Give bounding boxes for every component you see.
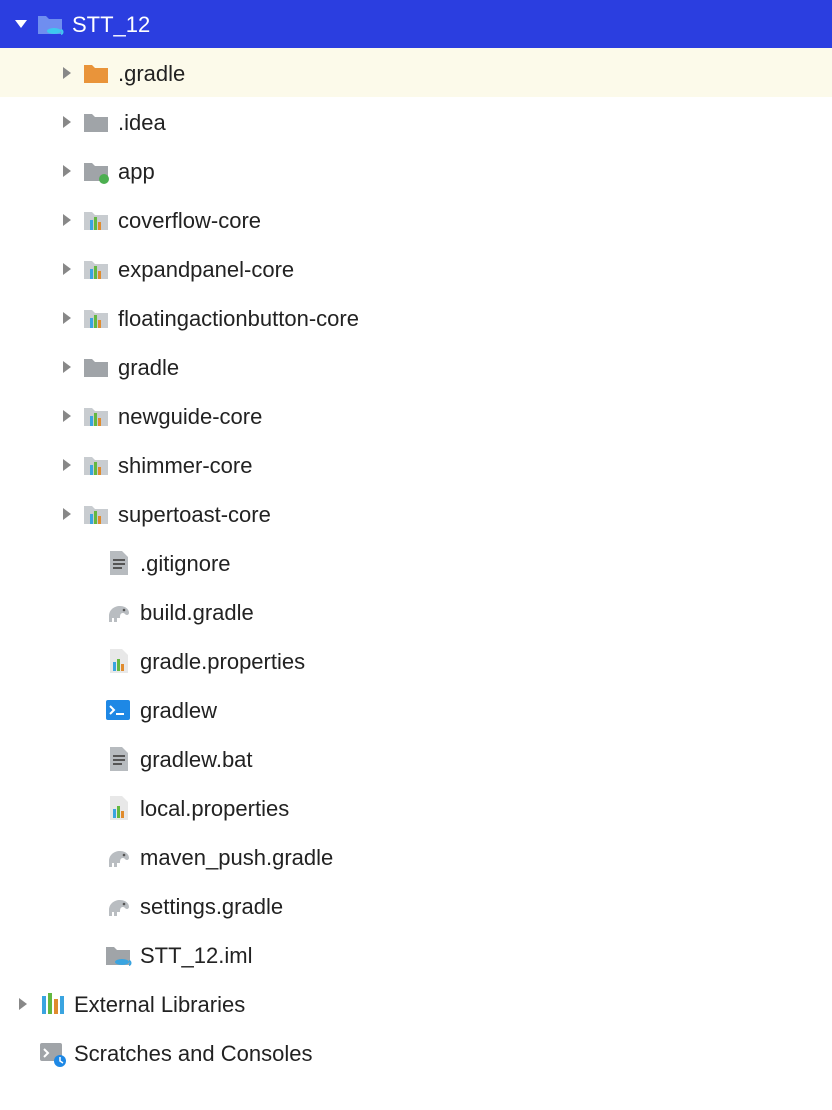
expand-arrow-right-icon[interactable] xyxy=(58,260,76,278)
tree-item-label: gradle xyxy=(118,342,179,392)
tree-item-label: gradle.properties xyxy=(140,636,305,686)
iml-icon xyxy=(104,941,132,969)
expand-arrow-right-icon[interactable] xyxy=(58,358,76,376)
tree-item[interactable]: gradlew.bat xyxy=(0,734,832,783)
module-icon xyxy=(82,451,110,479)
tree-item[interactable]: build.gradle xyxy=(0,587,832,636)
module-icon xyxy=(82,500,110,528)
tree-item[interactable]: maven_push.gradle xyxy=(0,832,832,881)
tree-item[interactable]: .gitignore xyxy=(0,538,832,587)
tree-item-label: gradlew.bat xyxy=(140,734,253,784)
folder-orange-icon xyxy=(82,59,110,87)
expand-arrow-right-icon[interactable] xyxy=(58,211,76,229)
expand-arrow-right-icon[interactable] xyxy=(58,113,76,131)
terminal-icon xyxy=(104,696,132,724)
expand-arrow-right-icon[interactable] xyxy=(58,309,76,327)
tree-item-label: shimmer-core xyxy=(118,440,252,490)
tree-item-label: floatingactionbutton-core xyxy=(118,293,359,343)
tree-item-label: maven_push.gradle xyxy=(140,832,333,882)
tree-item-label: .gitignore xyxy=(140,538,231,588)
tree-item[interactable]: .gradle xyxy=(0,48,832,97)
tree-item[interactable]: STT_12.iml xyxy=(0,930,832,979)
tree-item[interactable]: .idea xyxy=(0,97,832,146)
elephant-icon xyxy=(104,598,132,626)
expand-arrow-right-icon[interactable] xyxy=(14,995,32,1013)
tree-item-label: STT_12.iml xyxy=(140,930,252,980)
props-icon xyxy=(104,647,132,675)
tree-item-label: coverflow-core xyxy=(118,195,261,245)
root-label: STT_12 xyxy=(72,0,150,49)
expand-arrow-down-icon[interactable] xyxy=(12,15,30,33)
tree-item[interactable]: supertoast-core xyxy=(0,489,832,538)
tree-root-item[interactable]: External Libraries xyxy=(0,979,832,1028)
expand-arrow-right-icon[interactable] xyxy=(58,162,76,180)
tree-item-label: local.properties xyxy=(140,783,289,833)
tree-root-item[interactable]: Scratches and Consoles xyxy=(0,1028,832,1077)
tree-item[interactable]: settings.gradle xyxy=(0,881,832,930)
tree-item-label: External Libraries xyxy=(74,979,245,1029)
elephant-icon xyxy=(104,892,132,920)
tree-item[interactable]: expandpanel-core xyxy=(0,244,832,293)
project-tree[interactable]: STT_12 .gradle.ideaappcoverflow-coreexpa… xyxy=(0,0,832,1077)
tree-item[interactable]: floatingactionbutton-core xyxy=(0,293,832,342)
expand-arrow-right-icon[interactable] xyxy=(58,505,76,523)
tree-item-label: expandpanel-core xyxy=(118,244,294,294)
elephant-icon xyxy=(104,843,132,871)
props-icon xyxy=(104,794,132,822)
tree-item-label: Scratches and Consoles xyxy=(74,1028,312,1078)
tree-item[interactable]: app xyxy=(0,146,832,195)
textfile-icon xyxy=(104,745,132,773)
module-icon xyxy=(82,206,110,234)
tree-item[interactable]: coverflow-core xyxy=(0,195,832,244)
tree-item-label: newguide-core xyxy=(118,391,262,441)
tree-item-label: app xyxy=(118,146,155,196)
tree-item-label: build.gradle xyxy=(140,587,254,637)
folder-icon xyxy=(82,353,110,381)
tree-root[interactable]: STT_12 xyxy=(0,0,832,48)
scratch-icon xyxy=(38,1039,66,1067)
expand-arrow-right-icon[interactable] xyxy=(58,407,76,425)
module-icon xyxy=(82,402,110,430)
tree-item-label: settings.gradle xyxy=(140,881,283,931)
tree-item[interactable]: newguide-core xyxy=(0,391,832,440)
expand-arrow-right-icon[interactable] xyxy=(58,456,76,474)
tree-item-label: supertoast-core xyxy=(118,489,271,539)
folder-dot-icon xyxy=(82,157,110,185)
tree-item-label: .idea xyxy=(118,97,166,147)
textfile-icon xyxy=(104,549,132,577)
tree-item[interactable]: shimmer-core xyxy=(0,440,832,489)
tree-item[interactable]: gradle xyxy=(0,342,832,391)
folder-icon xyxy=(82,108,110,136)
project-icon xyxy=(36,10,64,38)
tree-item[interactable]: gradlew xyxy=(0,685,832,734)
tree-item[interactable]: local.properties xyxy=(0,783,832,832)
module-icon xyxy=(82,304,110,332)
module-icon xyxy=(82,255,110,283)
libs-icon xyxy=(38,990,66,1018)
tree-item-label: gradlew xyxy=(140,685,217,735)
arrow-spacer xyxy=(14,1044,32,1062)
expand-arrow-right-icon[interactable] xyxy=(58,64,76,82)
tree-item-label: .gradle xyxy=(118,48,185,98)
tree-item[interactable]: gradle.properties xyxy=(0,636,832,685)
